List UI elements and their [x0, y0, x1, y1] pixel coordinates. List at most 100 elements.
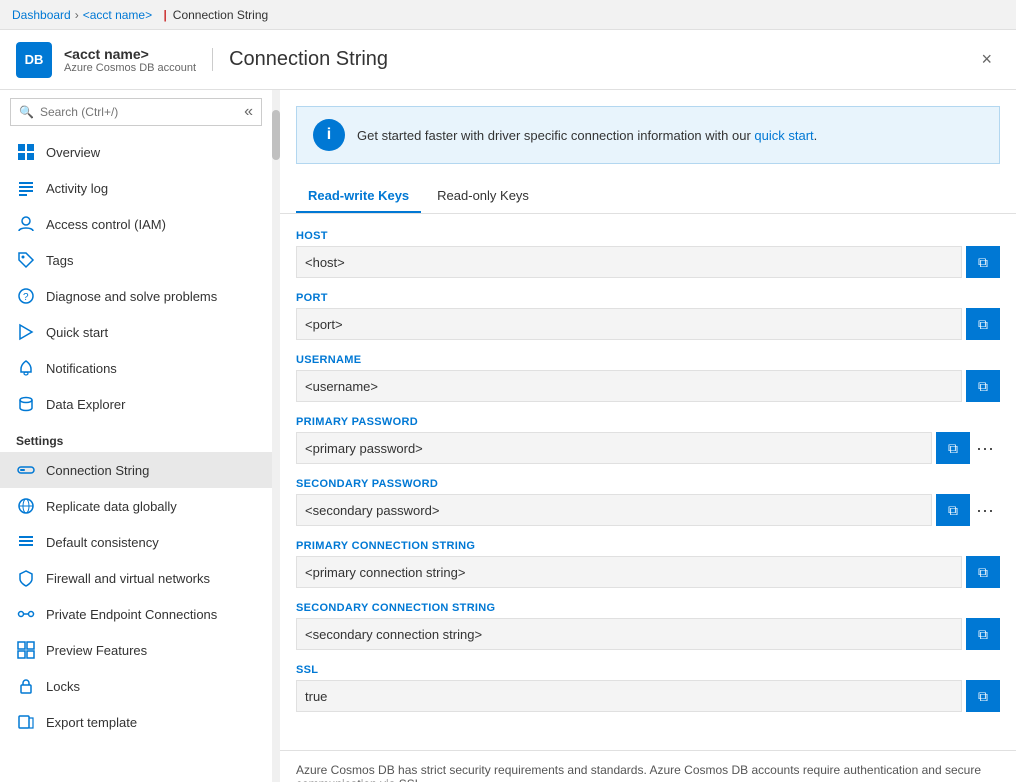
port-row: ⧉ — [296, 308, 1000, 340]
tab-read-only[interactable]: Read-only Keys — [425, 180, 541, 213]
fields-container: HOST ⧉ PORT ⧉ — [280, 214, 1016, 742]
preview-features-icon — [16, 640, 36, 660]
nav-item-preview-features[interactable]: Preview Features — [0, 632, 272, 668]
breadcrumb-sep2 — [156, 8, 159, 22]
breadcrumb-sep1: › — [75, 8, 79, 22]
info-banner: i Get started faster with driver specifi… — [296, 106, 1000, 164]
primary-password-copy-button[interactable]: ⧉ — [936, 432, 970, 464]
username-row: ⧉ — [296, 370, 1000, 402]
nav-item-export-template[interactable]: Export template — [0, 704, 272, 740]
secondary-password-copy-button[interactable]: ⧉ — [936, 494, 970, 526]
ssl-input[interactable] — [296, 680, 962, 712]
notifications-label: Notifications — [46, 361, 117, 376]
nav-item-notifications[interactable]: Notifications — [0, 350, 272, 386]
sidebar-scrollbar[interactable] — [272, 90, 280, 782]
nav-item-private-endpoint[interactable]: Private Endpoint Connections — [0, 596, 272, 632]
sidebar: 🔍 « Overview Activity log — [0, 90, 272, 782]
field-primary-password: PRIMARY PASSWORD ⧉ ··· — [296, 416, 1000, 464]
copy-icon-username: ⧉ — [978, 378, 988, 395]
primary-cs-input[interactable] — [296, 556, 962, 588]
access-control-icon — [16, 214, 36, 234]
breadcrumb-dashboard[interactable]: Dashboard — [12, 8, 71, 22]
nav-item-access-control[interactable]: Access control (IAM) — [0, 206, 272, 242]
search-input[interactable] — [40, 105, 244, 119]
secondary-cs-input[interactable] — [296, 618, 962, 650]
private-endpoint-label: Private Endpoint Connections — [46, 607, 217, 622]
ssl-row: ⧉ — [296, 680, 1000, 712]
info-text: Get started faster with driver specific … — [357, 128, 817, 143]
field-primary-connection-string: PRIMARY CONNECTION STRING ⧉ — [296, 540, 1000, 588]
secondary-password-more-button[interactable]: ··· — [970, 500, 1000, 521]
secondary-cs-copy-button[interactable]: ⧉ — [966, 618, 1000, 650]
secondary-password-row: ⧉ ··· — [296, 494, 1000, 526]
export-template-icon — [16, 712, 36, 732]
quick-start-link[interactable]: quick start — [754, 128, 813, 143]
ssl-label: SSL — [296, 664, 1000, 676]
page-header: DB <acct name> Azure Cosmos DB account C… — [0, 30, 1016, 90]
nav-item-activity-log[interactable]: Activity log — [0, 170, 272, 206]
primary-cs-label: PRIMARY CONNECTION STRING — [296, 540, 1000, 552]
activity-log-icon — [16, 178, 36, 198]
notifications-icon — [16, 358, 36, 378]
host-row: ⧉ — [296, 246, 1000, 278]
copy-icon: ⧉ — [978, 254, 988, 271]
primary-cs-copy-button[interactable]: ⧉ — [966, 556, 1000, 588]
tags-label: Tags — [46, 253, 73, 268]
collapse-icon[interactable]: « — [244, 103, 253, 121]
primary-password-row: ⧉ ··· — [296, 432, 1000, 464]
quick-start-label: Quick start — [46, 325, 108, 340]
tab-read-write[interactable]: Read-write Keys — [296, 180, 421, 213]
username-input[interactable] — [296, 370, 962, 402]
replicate-icon — [16, 496, 36, 516]
nav-item-replicate[interactable]: Replicate data globally — [0, 488, 272, 524]
primary-password-more-button[interactable]: ··· — [970, 438, 1000, 459]
account-subtitle: Azure Cosmos DB account — [64, 62, 196, 74]
firewall-icon — [16, 568, 36, 588]
nav-item-overview[interactable]: Overview — [0, 134, 272, 170]
nav-item-connection-string[interactable]: Connection String — [0, 452, 272, 488]
quick-start-icon — [16, 322, 36, 342]
host-label: HOST — [296, 230, 1000, 242]
preview-features-label: Preview Features — [46, 643, 147, 658]
data-explorer-label: Data Explorer — [46, 397, 125, 412]
port-input[interactable] — [296, 308, 962, 340]
sidebar-scroll-thumb[interactable] — [272, 110, 280, 160]
field-ssl: SSL ⧉ — [296, 664, 1000, 712]
ssl-copy-button[interactable]: ⧉ — [966, 680, 1000, 712]
breadcrumb-divider: | — [163, 8, 166, 22]
nav-item-locks[interactable]: Locks — [0, 668, 272, 704]
nav-item-tags[interactable]: Tags — [0, 242, 272, 278]
primary-password-label: PRIMARY PASSWORD — [296, 416, 1000, 428]
secondary-password-input[interactable] — [296, 494, 932, 526]
overview-label: Overview — [46, 145, 100, 160]
host-copy-button[interactable]: ⧉ — [966, 246, 1000, 278]
field-username: USERNAME ⧉ — [296, 354, 1000, 402]
default-consistency-icon — [16, 532, 36, 552]
port-copy-button[interactable]: ⧉ — [966, 308, 1000, 340]
nav-item-firewall[interactable]: Firewall and virtual networks — [0, 560, 272, 596]
host-input[interactable] — [296, 246, 962, 278]
breadcrumb-current: Connection String — [173, 8, 268, 22]
tab-bar: Read-write Keys Read-only Keys — [280, 164, 1016, 214]
search-box[interactable]: 🔍 « — [10, 98, 262, 126]
footer-note: Azure Cosmos DB has strict security requ… — [280, 750, 1016, 782]
header-account-info: <acct name> Azure Cosmos DB account — [64, 46, 196, 74]
locks-label: Locks — [46, 679, 80, 694]
nav-item-quick-start[interactable]: Quick start — [0, 314, 272, 350]
data-explorer-icon — [16, 394, 36, 414]
close-button[interactable]: × — [973, 45, 1000, 74]
private-endpoint-icon — [16, 604, 36, 624]
connection-string-icon — [16, 460, 36, 480]
nav-item-data-explorer[interactable]: Data Explorer — [0, 386, 272, 422]
secondary-password-label: SECONDARY PASSWORD — [296, 478, 1000, 490]
breadcrumb-acct[interactable]: <acct name> — [83, 8, 152, 22]
cosmos-db-icon: DB — [16, 42, 52, 78]
primary-password-input[interactable] — [296, 432, 932, 464]
copy-icon-ssl: ⧉ — [978, 688, 988, 705]
nav-item-default-consistency[interactable]: Default consistency — [0, 524, 272, 560]
field-port: PORT ⧉ — [296, 292, 1000, 340]
activity-log-label: Activity log — [46, 181, 108, 196]
username-copy-button[interactable]: ⧉ — [966, 370, 1000, 402]
nav-item-diagnose[interactable]: ? Diagnose and solve problems — [0, 278, 272, 314]
port-label: PORT — [296, 292, 1000, 304]
